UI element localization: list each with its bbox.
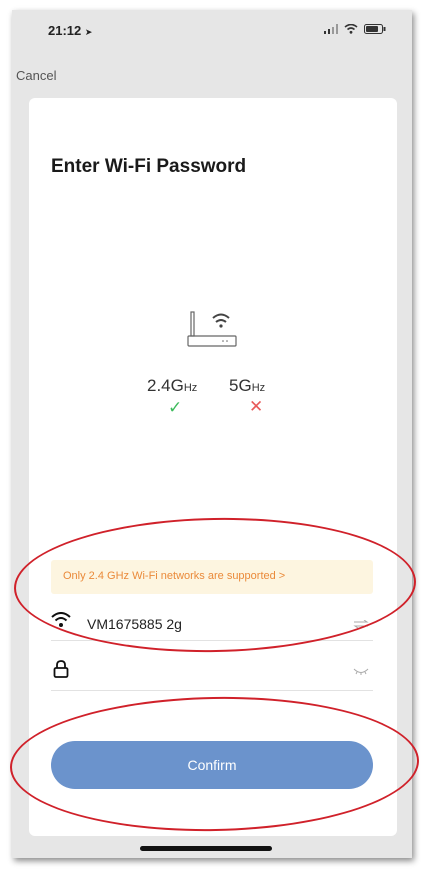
password-input[interactable] <box>87 660 331 684</box>
status-time-text: 21:12 <box>48 23 82 38</box>
page-title: Enter Wi-Fi Password <box>51 156 247 177</box>
confirm-button[interactable]: Confirm <box>51 741 373 789</box>
switch-network-icon[interactable] <box>353 620 369 628</box>
band-24ghz-suffix: Hz <box>183 382 198 394</box>
notice-text: Only 2.4 GHz Wi-Fi networks are supporte… <box>63 570 286 582</box>
check-icon: ✓ <box>168 398 183 417</box>
battery-icon <box>364 24 386 34</box>
wifi-ssid-row[interactable]: VM1675885 2g <box>51 606 373 641</box>
band-5ghz-main: 5G <box>229 376 252 395</box>
signal-icon <box>324 24 338 34</box>
status-bar: 21:12 ➤ <box>12 10 412 56</box>
lock-icon <box>53 660 69 678</box>
status-time: 21:12 ➤ <box>48 23 92 38</box>
location-arrow-icon: ➤ <box>84 27 93 37</box>
wifi-ssid-value: VM1675885 2g <box>87 616 182 632</box>
wifi-status-icon <box>344 24 358 34</box>
wifi-icon <box>51 612 71 627</box>
cancel-button[interactable]: Cancel <box>16 68 56 83</box>
eye-closed-icon[interactable] <box>353 668 369 676</box>
band-5ghz-label: 5GHz <box>229 376 265 396</box>
password-row <box>51 654 373 691</box>
router-icon <box>187 311 237 347</box>
band-5ghz-suffix: Hz <box>251 382 266 394</box>
band-24ghz-main: 2.4G <box>147 376 184 395</box>
phone-screen: 21:12 ➤ Cancel Enter Wi-Fi Password 2.4G… <box>12 10 412 858</box>
supported-networks-notice[interactable]: Only 2.4 GHz Wi-Fi networks are supporte… <box>51 560 373 594</box>
band-24ghz-label: 2.4GHz <box>147 376 197 396</box>
home-indicator <box>140 846 272 851</box>
main-card: Enter Wi-Fi Password 2.4GHz 5GHz ✓ ✕ Onl… <box>29 98 397 836</box>
status-icons <box>324 24 386 34</box>
cross-icon: ✕ <box>249 397 264 416</box>
